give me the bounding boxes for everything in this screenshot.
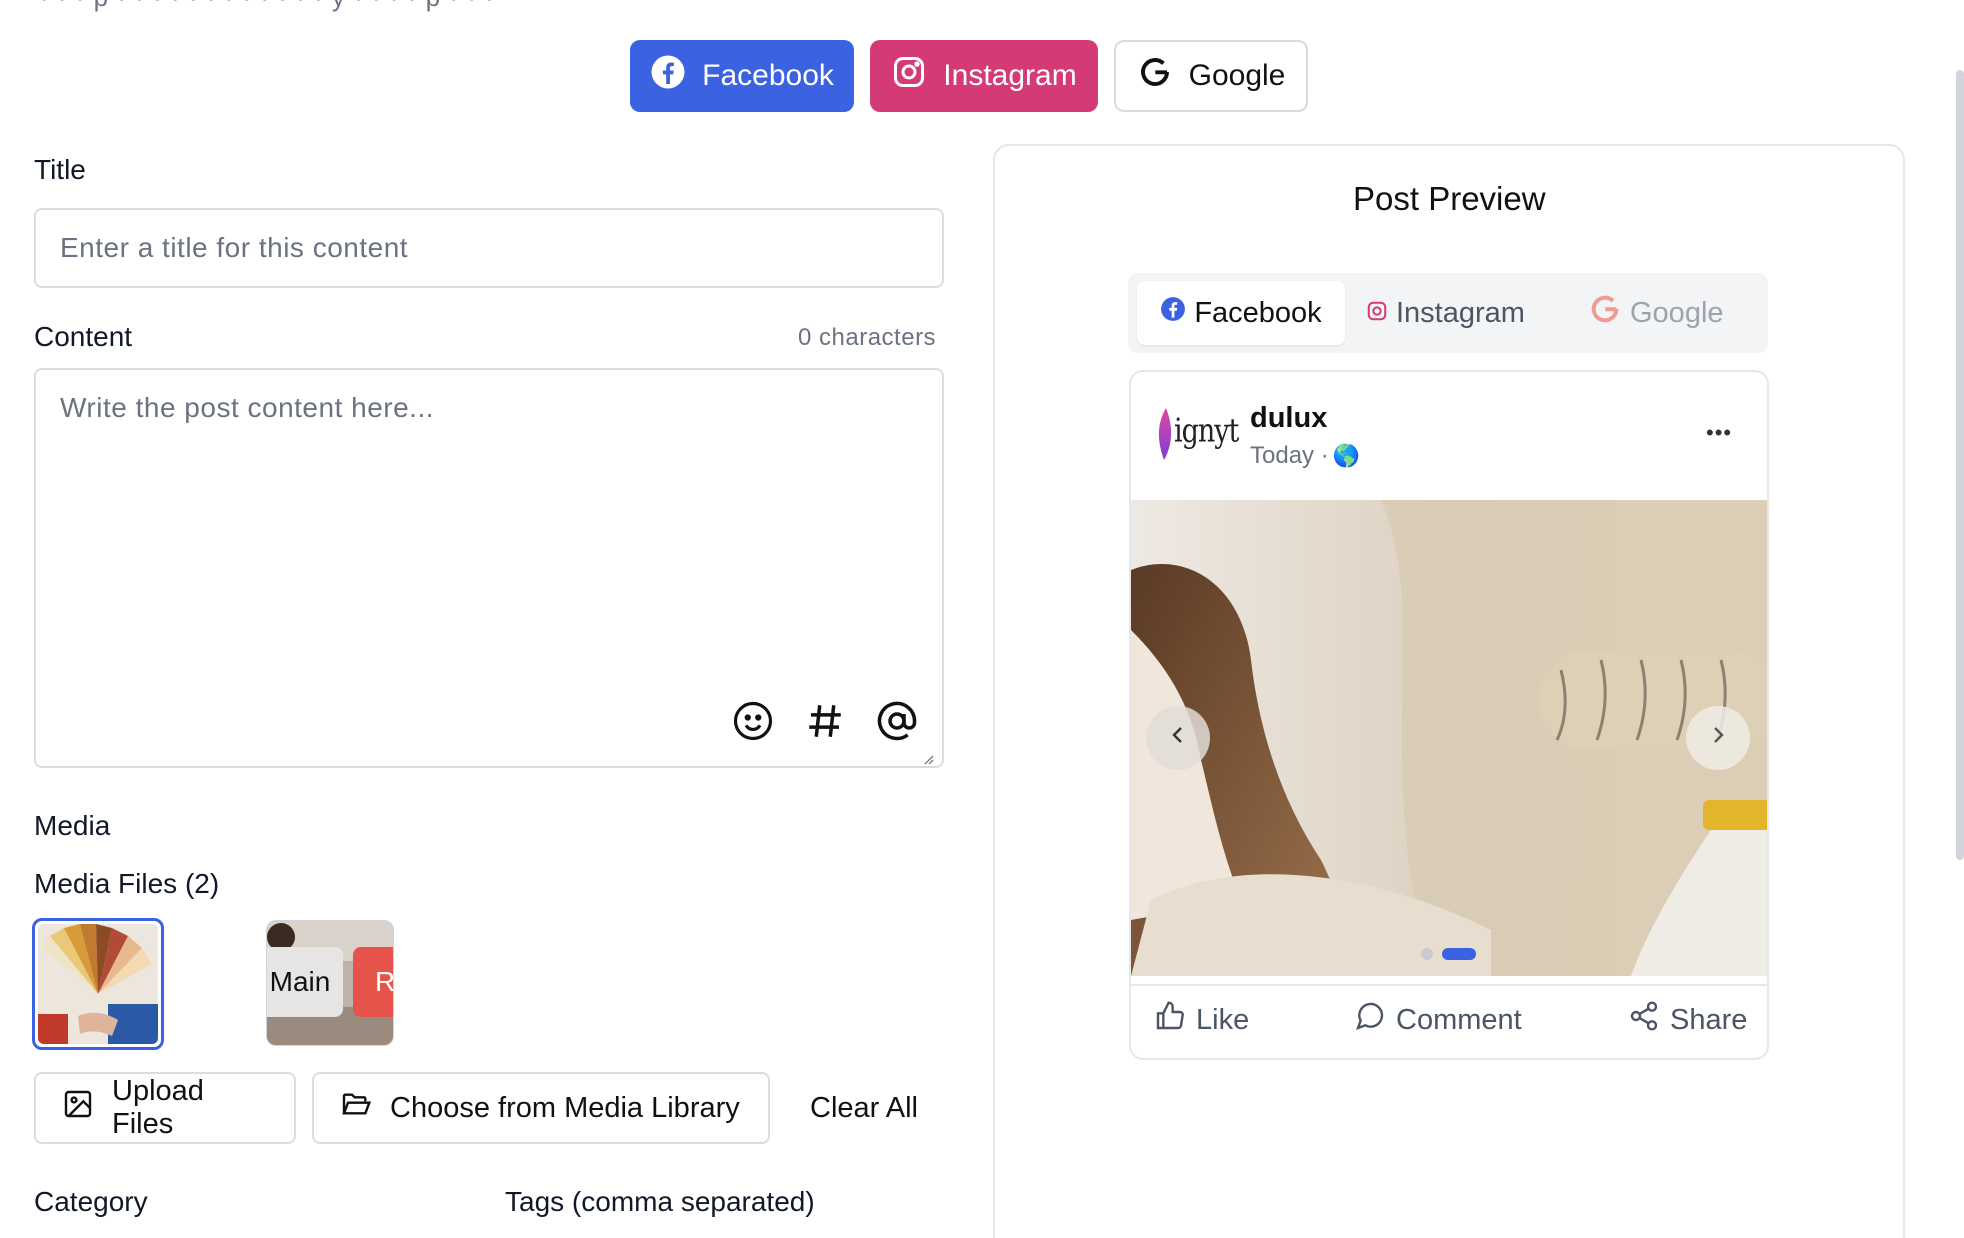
tags-label: Tags (comma separated) <box>505 1186 815 1217</box>
platform-google-label: Google <box>1188 59 1286 92</box>
character-count: 0 characters <box>798 324 937 351</box>
upload-files-button[interactable]: Upload Files <box>34 1072 296 1144</box>
thumbnail-main-overlay: Main <box>267 947 343 1017</box>
mention-icon[interactable] <box>876 700 918 752</box>
title-placeholder: Enter a title for this content <box>60 232 409 263</box>
category-label: Category <box>34 1186 148 1217</box>
carousel-dot-1[interactable] <box>1421 948 1433 960</box>
resize-handle[interactable] <box>922 752 934 765</box>
platform-google-button[interactable]: Google <box>1114 40 1308 112</box>
preview-tab-facebook[interactable]: Facebook <box>1137 281 1345 345</box>
share-icon <box>1628 1000 1660 1040</box>
reaction-divider <box>1131 984 1767 986</box>
instagram-icon <box>1366 297 1388 330</box>
thumbnail-remove-overlay: R <box>353 947 393 1017</box>
clear-all-button[interactable]: Clear All <box>810 1092 918 1125</box>
content-textarea[interactable]: Write the post content here... <box>34 368 944 768</box>
chevron-right-icon <box>1706 721 1730 755</box>
preview-tab-google[interactable]: Google <box>1588 281 1724 345</box>
media-library-button[interactable]: Choose from Media Library <box>312 1072 770 1144</box>
folder-open-icon <box>340 1088 372 1128</box>
content-placeholder: Write the post content here... <box>60 392 435 423</box>
logo-text: ignyt <box>1174 412 1239 451</box>
like-button[interactable]: Like <box>1154 1000 1249 1040</box>
media-thumbnail-1[interactable] <box>32 918 164 1050</box>
post-time: Today · <box>1250 442 1329 469</box>
top-cut-text: · · · p · · · · · · · · · · · · y · · · … <box>40 0 495 13</box>
post-image <box>1131 500 1767 976</box>
image-upload-icon <box>62 1088 94 1128</box>
instagram-icon <box>891 54 927 98</box>
media-label: Media <box>34 810 111 841</box>
hashtag-icon[interactable] <box>804 700 846 752</box>
comment-button[interactable]: Comment <box>1354 1000 1522 1040</box>
carousel-prev-button[interactable] <box>1146 706 1210 770</box>
preview-tab-google-label: Google <box>1630 296 1724 329</box>
platform-facebook-label: Facebook <box>702 59 834 92</box>
globe-icon: 🌎 <box>1332 443 1361 468</box>
preview-tab-facebook-label: Facebook <box>1194 296 1322 329</box>
platform-instagram-label: Instagram <box>943 59 1077 92</box>
facebook-icon <box>650 54 686 98</box>
google-icon <box>1588 292 1622 334</box>
content-label: Content <box>34 321 133 352</box>
page-scrollbar[interactable] <box>1956 70 1964 860</box>
comment-icon <box>1354 1000 1386 1040</box>
ignyt-logo: ignyt <box>1156 402 1239 466</box>
emoji-icon[interactable] <box>732 700 774 752</box>
media-files-label: Media Files (2) <box>34 868 220 899</box>
more-options-icon[interactable]: ••• <box>1706 420 1732 446</box>
platform-facebook-button[interactable]: Facebook <box>630 40 854 112</box>
upload-files-label: Upload Files <box>112 1075 204 1140</box>
title-input[interactable]: Enter a title for this content <box>34 208 944 288</box>
account-name: dulux <box>1250 402 1328 434</box>
preview-tab-instagram-label: Instagram <box>1396 296 1525 329</box>
chevron-left-icon <box>1166 721 1190 755</box>
post-preview-title: Post Preview <box>1353 180 1546 217</box>
title-label: Title <box>34 154 86 185</box>
post-meta: Today · 🌎 <box>1250 442 1360 470</box>
color-swatch-image <box>38 924 158 1044</box>
comment-label: Comment <box>1396 1003 1522 1036</box>
thumbs-up-icon <box>1154 1000 1186 1040</box>
media-library-label: Choose from Media Library <box>390 1091 740 1124</box>
google-icon <box>1137 54 1173 98</box>
media-thumbnail-2[interactable]: Main R <box>266 920 394 1046</box>
preview-tab-instagram[interactable]: Instagram <box>1366 281 1525 345</box>
like-label: Like <box>1196 1003 1250 1036</box>
carousel-next-button[interactable] <box>1686 706 1750 770</box>
share-button[interactable]: Share <box>1628 1000 1747 1040</box>
carousel-dot-2-active[interactable] <box>1442 948 1476 960</box>
platform-instagram-button[interactable]: Instagram <box>870 40 1098 112</box>
facebook-icon <box>1160 296 1186 330</box>
share-label: Share <box>1670 1003 1748 1036</box>
